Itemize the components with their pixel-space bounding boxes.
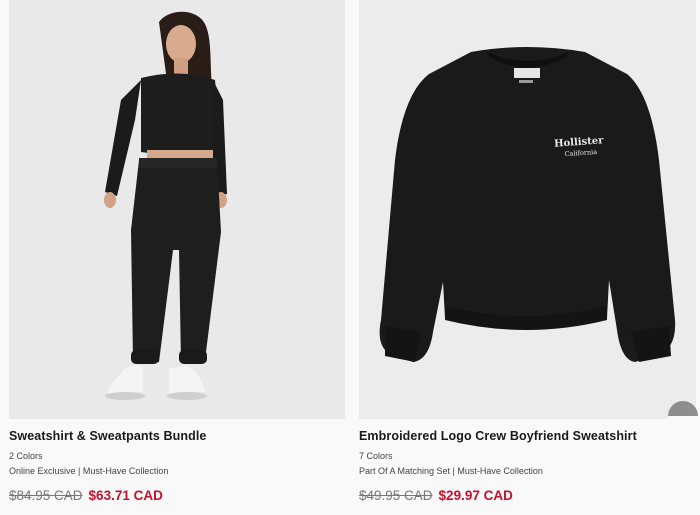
- product-card[interactable]: Sweatshirt & Sweatpants Bundle 2 Colors …: [9, 0, 345, 503]
- product-price: $49.95 CAD $29.97 CAD: [359, 488, 696, 503]
- product-title[interactable]: Sweatshirt & Sweatpants Bundle: [9, 429, 345, 443]
- product-grid: Sweatshirt & Sweatpants Bundle 2 Colors …: [0, 0, 700, 515]
- product-tags: Online Exclusive | Must-Have Collection: [9, 466, 169, 476]
- product-card[interactable]: Hollister California Embroidered Logo Cr…: [359, 0, 696, 503]
- product-color-count[interactable]: 2 Colors: [9, 451, 345, 461]
- product-color-count[interactable]: 7 Colors: [359, 451, 696, 461]
- model-wearing-black-sweatsuit-image: [9, 0, 345, 419]
- sale-price: $29.97 CAD: [438, 488, 513, 503]
- original-price: $49.95 CAD: [359, 488, 433, 503]
- black-crew-sweatshirt-image: Hollister California: [359, 0, 696, 419]
- product-image[interactable]: Hollister California: [359, 0, 696, 419]
- product-price: $84.95 CAD $63.71 CAD: [9, 488, 345, 503]
- product-image[interactable]: [9, 0, 345, 419]
- product-tags: Part Of A Matching Set | Must-Have Colle…: [359, 466, 543, 476]
- original-price: $84.95 CAD: [9, 488, 83, 503]
- sale-price: $63.71 CAD: [88, 488, 163, 503]
- product-title[interactable]: Embroidered Logo Crew Boyfriend Sweatshi…: [359, 429, 696, 443]
- carousel-next-button[interactable]: [668, 401, 698, 431]
